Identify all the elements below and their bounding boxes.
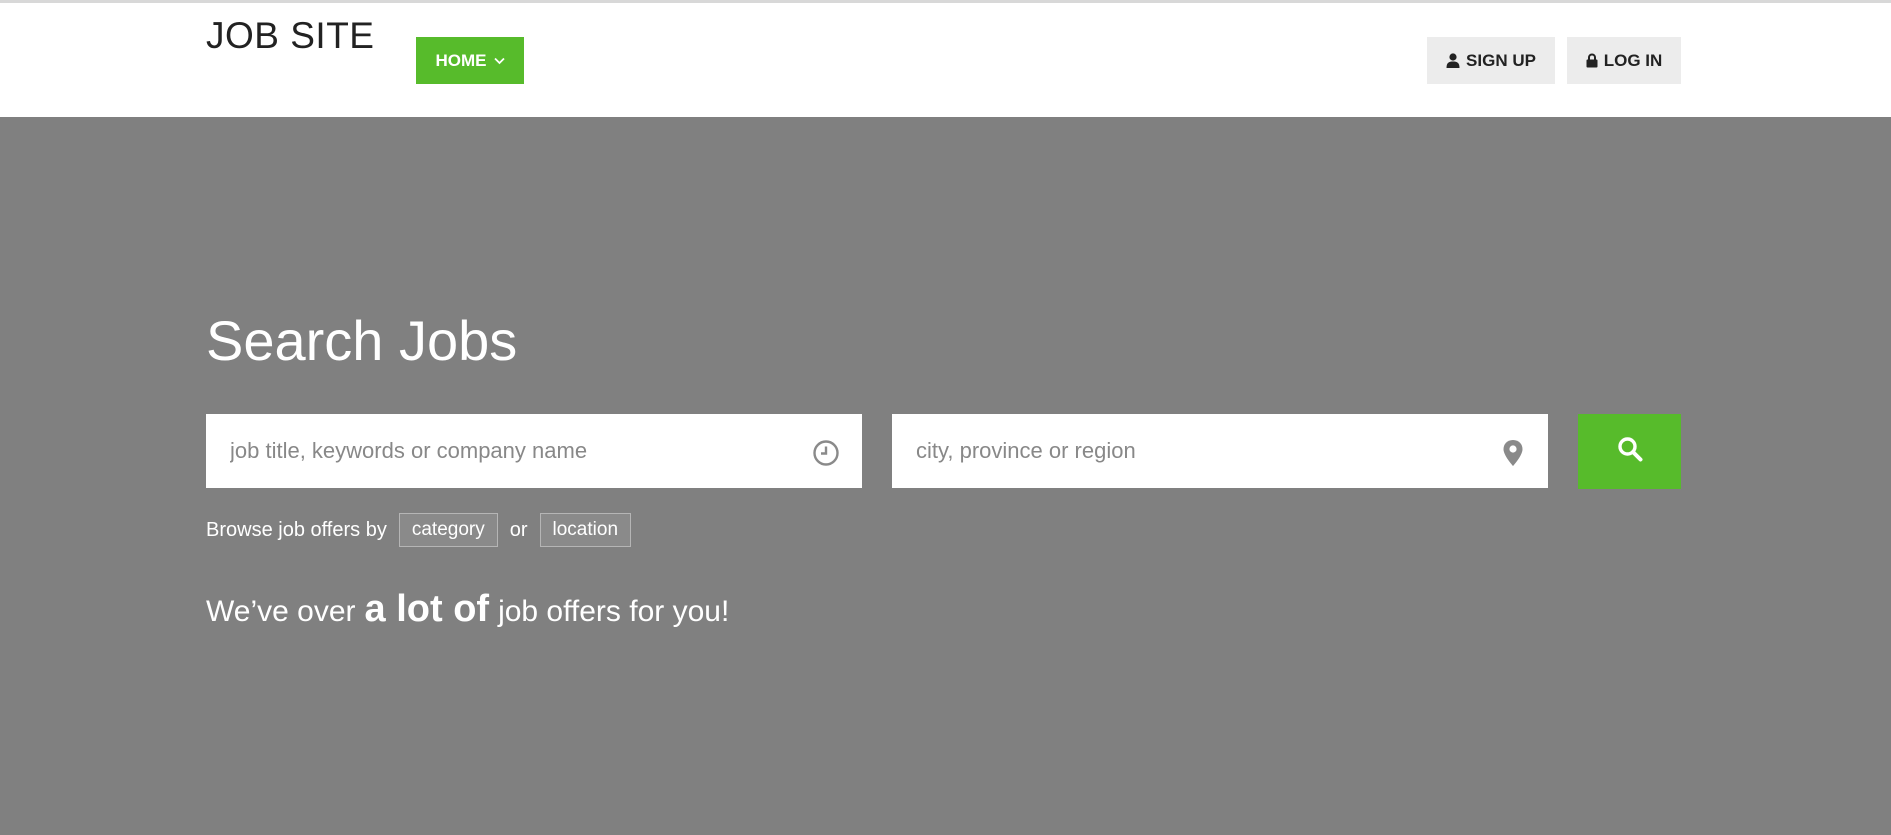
clock-icon: [812, 439, 840, 472]
sign-up-label: SIGN UP: [1466, 50, 1536, 70]
tagline-before: We’ve over: [206, 595, 356, 628]
browse-or-text: or: [509, 518, 528, 541]
log-in-button[interactable]: LOG IN: [1567, 37, 1681, 84]
search-icon: [1617, 436, 1643, 467]
location-input[interactable]: [916, 414, 1476, 488]
map-pin-icon: [1502, 439, 1524, 472]
chevron-down-icon: [493, 57, 505, 65]
tagline-after: job offers for you!: [498, 595, 730, 628]
browse-prefix: Browse job offers by: [206, 518, 387, 541]
home-menu-button[interactable]: HOME: [416, 37, 524, 84]
home-menu-label: HOME: [435, 50, 487, 70]
lock-icon: [1586, 53, 1598, 68]
browse-by-location-button[interactable]: location: [539, 513, 632, 547]
site-logo[interactable]: JOB SITE: [206, 15, 374, 57]
hero-title: Search Jobs: [206, 309, 518, 372]
tagline: We’ve over a lot of job offers for you!: [206, 588, 729, 631]
browse-by-category-button[interactable]: category: [398, 513, 498, 547]
browse-options: Browse job offers by category or locatio…: [206, 512, 632, 548]
log-in-label: LOG IN: [1603, 50, 1663, 70]
user-icon: [1446, 53, 1460, 68]
search-button[interactable]: [1578, 414, 1681, 489]
site-header: JOB SITE HOME SIGN UP LOG IN: [0, 3, 1891, 117]
keyword-input[interactable]: [230, 414, 790, 488]
sign-up-button[interactable]: SIGN UP: [1427, 37, 1555, 84]
tagline-emphasis: a lot of: [364, 588, 490, 630]
keyword-field[interactable]: [206, 414, 862, 488]
location-field[interactable]: [892, 414, 1548, 488]
